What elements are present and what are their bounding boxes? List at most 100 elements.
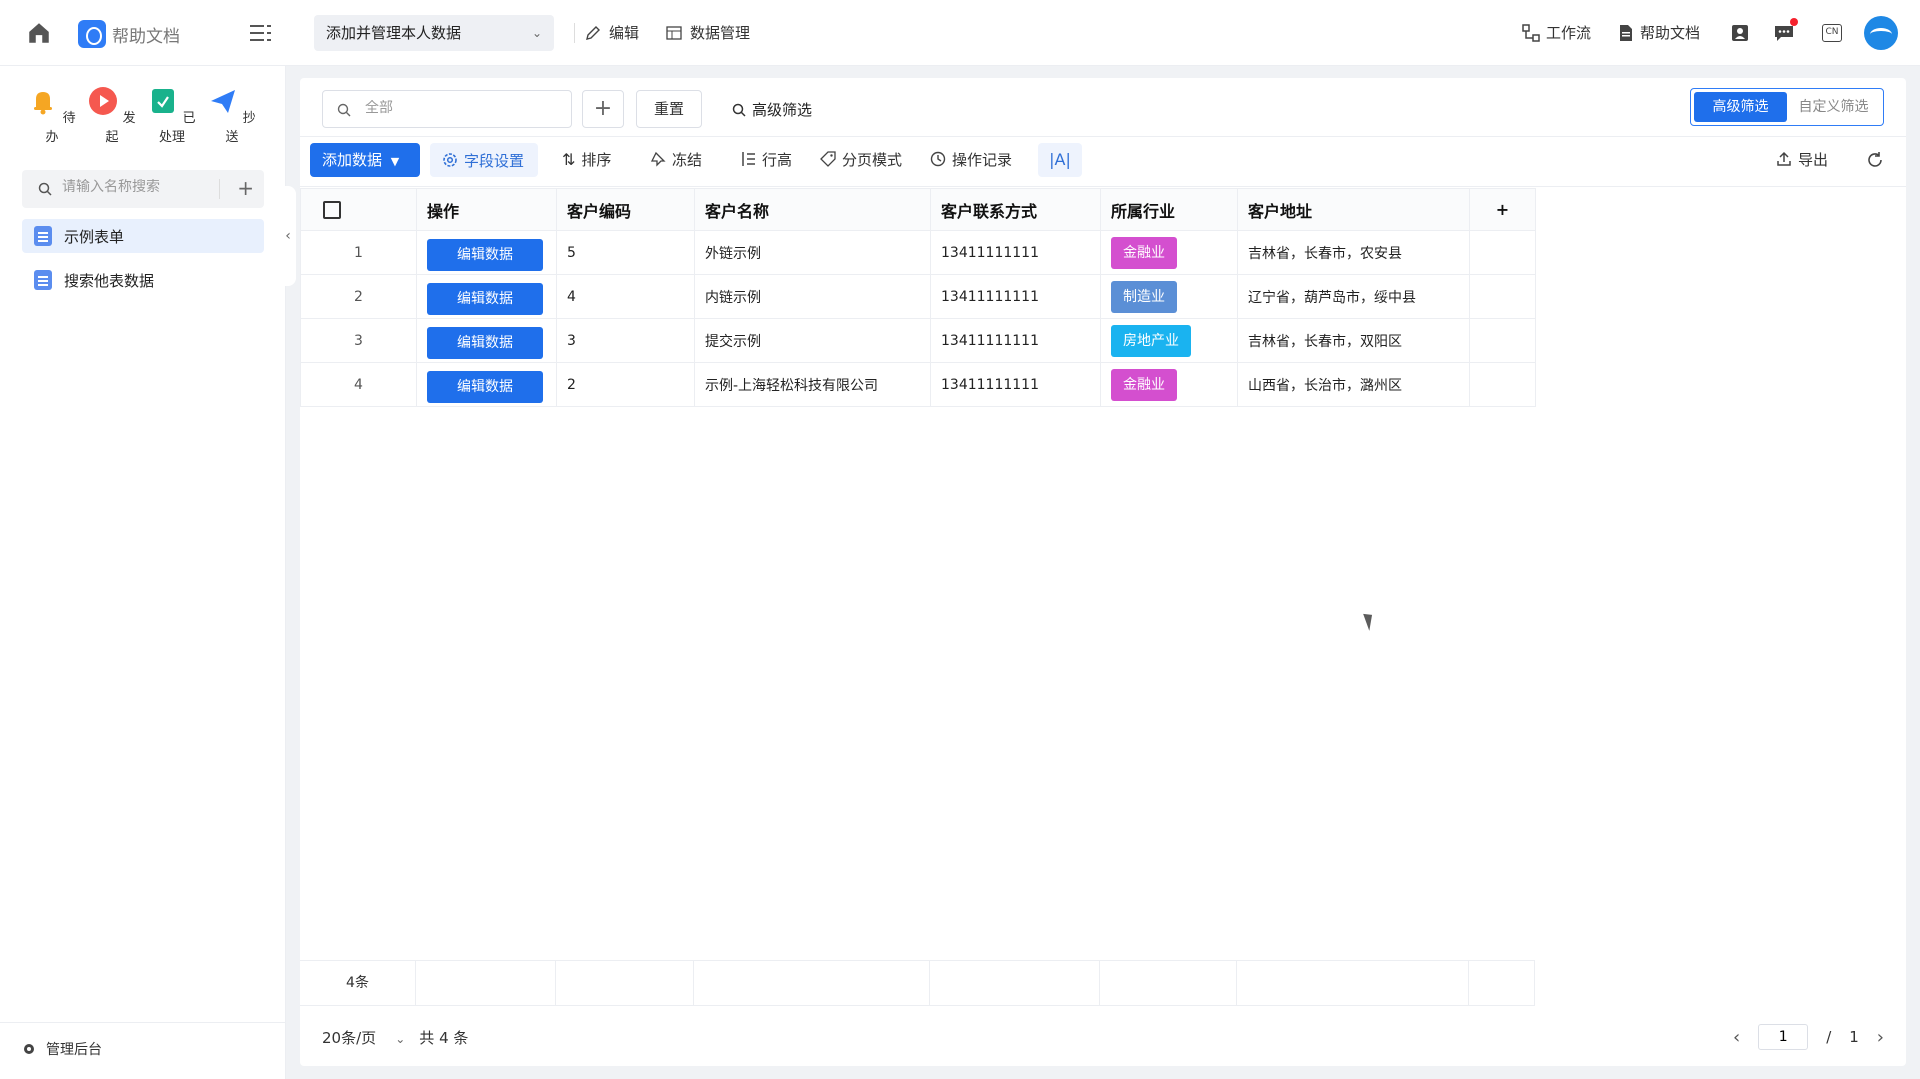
tab-custom-filter[interactable]: 自定义筛选 [1787, 92, 1880, 122]
data-table: 操作 客户编码 客户名称 客户联系方式 所属行业 客户地址 + 1 编辑数据 5… [300, 188, 1536, 407]
contacts-icon[interactable] [1731, 24, 1749, 42]
row-height-label: 行高 [762, 150, 793, 169]
column-header[interactable]: 客户地址 [1237, 188, 1470, 231]
summary-cell [1100, 961, 1237, 1005]
page-mode-button[interactable]: 分页模式 [820, 143, 902, 175]
edit-data-button[interactable]: 编辑数据 [427, 326, 543, 359]
cell-phone: 13411111111 [930, 362, 1101, 407]
row-height-icon [742, 152, 755, 166]
page-size-select[interactable]: 20条/页 ⌄ [322, 1027, 405, 1048]
table-row[interactable]: 3 编辑数据 3 提交示例 13411111111 房地产业 吉林省，长春市，双… [300, 318, 1536, 363]
collapse-sidebar-button[interactable]: ‹ [280, 186, 296, 286]
gear-icon [24, 1044, 34, 1054]
cell-code: 4 [556, 274, 695, 319]
export-button[interactable]: 导出 [1776, 143, 1828, 175]
row-height-button[interactable]: 行高 [740, 143, 792, 175]
quick-initiate[interactable]: 发起 [82, 86, 142, 145]
chevron-down-icon: ⌄ [395, 1032, 406, 1046]
field-settings-button[interactable]: 字段设置 [430, 143, 538, 177]
quick-processed[interactable]: 已处理 [142, 86, 202, 145]
action-cell: 编辑数据 [416, 274, 557, 319]
edit-data-button[interactable]: 编辑数据 [427, 282, 543, 315]
help-docs-link[interactable]: 帮助文档 [1618, 22, 1700, 43]
sidebar-search-input[interactable] [62, 179, 212, 195]
tab-advanced-filter[interactable]: 高级筛选 [1694, 92, 1787, 122]
data-management-link[interactable]: 数据管理 [666, 22, 750, 43]
prev-page-button[interactable]: ‹ [1733, 1027, 1740, 1048]
quick-todo-label: 待办 [45, 111, 76, 145]
column-header[interactable]: 客户名称 [694, 188, 931, 231]
action-cell: 编辑数据 [416, 362, 557, 407]
user-avatar[interactable] [1864, 16, 1898, 50]
sidebar-search: + [22, 170, 264, 208]
table-row[interactable]: 2 编辑数据 4 内链示例 13411111111 制造业 辽宁省，葫芦岛市，绥… [300, 274, 1536, 319]
next-page-button[interactable]: › [1877, 1027, 1884, 1048]
select-all-cell [300, 188, 417, 231]
quick-cc[interactable]: 抄送 [202, 86, 262, 145]
language-switch[interactable]: CN [1822, 24, 1842, 42]
sidebar-item-sample-form[interactable]: 示例表单 [22, 219, 264, 253]
freeze-button[interactable]: 冻结 [650, 143, 702, 175]
edit-link[interactable]: 编辑 [585, 22, 639, 43]
chevron-down-icon: ▼ [390, 155, 400, 168]
summary-cell [930, 961, 1100, 1005]
row-number: 3 [300, 318, 417, 363]
row-number: 2 [300, 274, 417, 319]
message-icon[interactable] [1774, 24, 1794, 42]
select-all-checkbox[interactable] [323, 201, 341, 220]
help-docs-label: 帮助文档 [1640, 24, 1701, 42]
gear-icon [443, 153, 457, 167]
admin-label: 管理后台 [46, 1042, 102, 1058]
table-row[interactable]: 1 编辑数据 5 外链示例 13411111111 金融业 吉林省，长春市，农安… [300, 230, 1536, 275]
summary-cell [1469, 961, 1535, 1005]
quick-todo[interactable]: 待办 [22, 86, 82, 145]
advanced-filter-link[interactable]: 高级筛选 [732, 99, 812, 120]
reset-label: 重置 [653, 100, 684, 118]
table-row[interactable]: 4 编辑数据 2 示例-上海轻松科技有限公司 13411111111 金融业 山… [300, 362, 1536, 407]
column-header[interactable]: 所属行业 [1100, 188, 1238, 231]
empty-cell [1469, 362, 1536, 407]
summary-cell [416, 961, 556, 1005]
menu-toggle-icon[interactable] [250, 24, 272, 42]
add-filter-button[interactable]: + [582, 90, 624, 128]
admin-link[interactable]: 管理后台 [22, 1039, 102, 1059]
advanced-filter-label: 高级筛选 [752, 101, 813, 119]
cell-industry: 房地产业 [1100, 318, 1238, 363]
sidebar: 待办 发起 已处理 抄送 + 示例表单 搜索他表数据 管理后台 [0, 66, 286, 1079]
cell-name: 外链示例 [694, 230, 931, 275]
add-column-button[interactable]: + [1469, 188, 1536, 231]
operation-log-button[interactable]: 操作记录 [930, 143, 1012, 175]
refresh-icon[interactable] [1866, 151, 1884, 169]
edit-data-button[interactable]: 编辑数据 [427, 370, 543, 403]
font-size-toggle[interactable]: |A| [1038, 143, 1082, 177]
add-data-button[interactable]: 添加数据 ▼ [310, 143, 420, 177]
column-header[interactable]: 客户联系方式 [930, 188, 1101, 231]
page-number-input[interactable] [1758, 1024, 1809, 1050]
cell-name: 提交示例 [694, 318, 931, 363]
sidebar-item-search-other[interactable]: 搜索他表数据 [22, 263, 264, 297]
page-select-value: 添加并管理本人数据 [326, 24, 462, 42]
table-summary-row: 4条 [300, 960, 1535, 1006]
tag-icon [820, 151, 836, 167]
app-title[interactable]: 帮助文档 [112, 22, 180, 47]
cell-industry: 金融业 [1100, 362, 1238, 407]
filter-search-input[interactable] [365, 100, 555, 116]
filter-search [322, 90, 572, 128]
home-icon[interactable] [26, 20, 52, 46]
sort-button[interactable]: ⇅ 排序 [562, 143, 611, 175]
reset-button[interactable]: 重置 [636, 90, 702, 128]
quick-cc-label: 抄送 [225, 111, 256, 145]
page-select[interactable]: 添加并管理本人数据 ⌄ [314, 15, 554, 51]
total-count: 共 4 条 [419, 1029, 469, 1047]
workflow-link[interactable]: 工作流 [1522, 22, 1591, 43]
page-size-label: 20条/页 [322, 1029, 377, 1047]
cell-industry: 制造业 [1100, 274, 1238, 319]
add-form-button[interactable]: + [237, 176, 254, 200]
edit-data-button[interactable]: 编辑数据 [427, 238, 543, 271]
column-header[interactable]: 操作 [416, 188, 557, 231]
workflow-icon [1522, 23, 1540, 42]
document-icon [34, 270, 52, 290]
summary-cell [1237, 961, 1469, 1005]
column-header[interactable]: 客户编码 [556, 188, 695, 231]
cell-address: 山西省，长治市，潞州区 [1237, 362, 1470, 407]
